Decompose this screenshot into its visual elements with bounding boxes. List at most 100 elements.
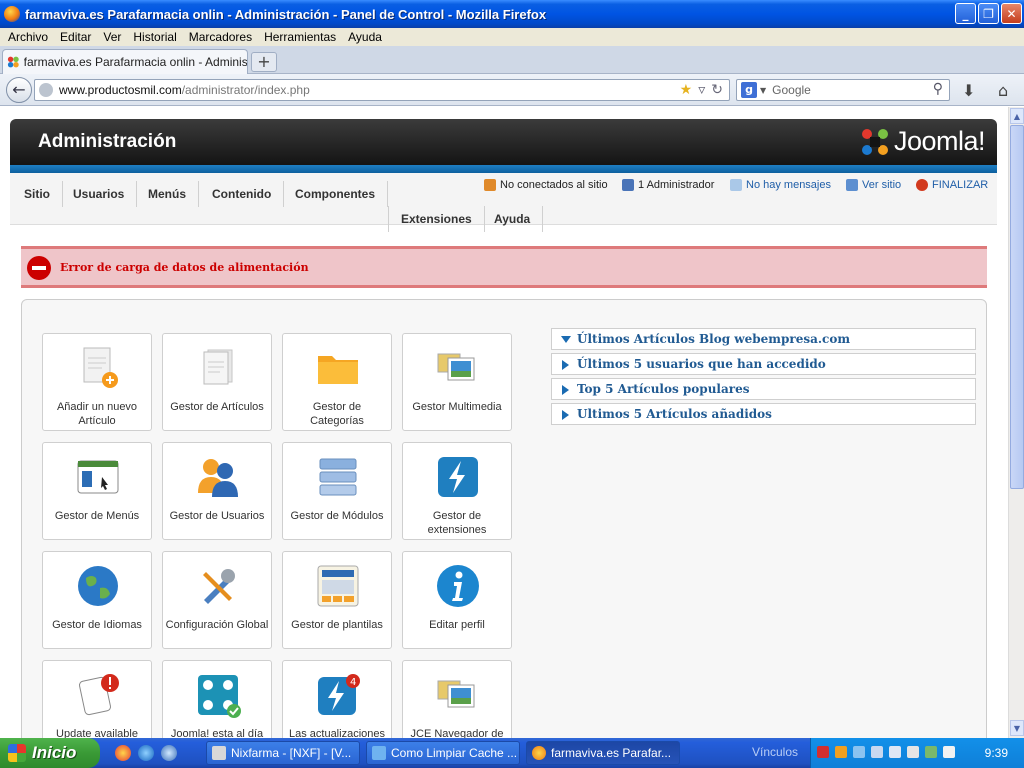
taskbar-firefox[interactable]: farmaviva.es Parafar... <box>526 741 680 765</box>
url-path: /administrator/index.php <box>181 83 310 97</box>
logout-link[interactable]: FINALIZAR <box>916 179 988 191</box>
menu-herramientas[interactable]: Herramientas <box>264 30 336 44</box>
firefox-icon <box>4 6 20 22</box>
menu-usuarios[interactable]: Usuarios <box>61 181 138 207</box>
menu-menus[interactable]: Menús <box>136 181 200 207</box>
media-manager-button[interactable]: Gestor Multimedia <box>402 333 512 431</box>
tray-volume-icon[interactable] <box>889 746 901 758</box>
menubar: Archivo Editar Ver Historial Marcadores … <box>0 28 1024 46</box>
tray-network-icon[interactable] <box>871 746 883 758</box>
tab-active[interactable]: farmaviva.es Parafarmacia onlin - Admini… <box>2 49 248 74</box>
tray-monitor-icon[interactable] <box>907 746 919 758</box>
menu-archivo[interactable]: Archivo <box>8 30 48 44</box>
jce-browser-button[interactable]: JCE Navegador de <box>402 660 512 738</box>
menu-editar[interactable]: Editar <box>60 30 91 44</box>
globe-icon <box>39 83 53 97</box>
ie-quick-icon[interactable] <box>161 745 177 761</box>
status-messages[interactable]: No hay mensajes <box>730 179 831 191</box>
back-button[interactable]: ← <box>6 77 32 103</box>
menu-extensiones[interactable]: Extensiones <box>388 206 485 232</box>
bookmark-star-icon[interactable]: ★ <box>680 82 693 98</box>
update-available-button[interactable]: Update available <box>42 660 152 738</box>
menu-ver[interactable]: Ver <box>103 30 121 44</box>
global-config-button[interactable]: Configuración Global <box>162 551 272 649</box>
chrome-icon[interactable] <box>115 745 131 761</box>
vertical-scrollbar[interactable]: ▲ ▼ <box>1008 107 1024 738</box>
template-manager-button[interactable]: Gestor de plantilas <box>282 551 392 649</box>
menu-ayuda[interactable]: Ayuda <box>348 30 382 44</box>
error-icon <box>27 256 51 280</box>
links-toolbar[interactable]: Vínculos <box>752 745 798 759</box>
add-article-button[interactable]: Añadir un nuevo Artículo <box>42 333 152 431</box>
admin-header: Administración Joomla! <box>10 119 997 165</box>
menu-sitio[interactable]: Sitio <box>12 181 63 207</box>
info-icon <box>437 565 479 607</box>
article-manager-button[interactable]: Gestor de Artículos <box>162 333 272 431</box>
extension-manager-button[interactable]: Gestor de extensiones <box>402 442 512 540</box>
accordion-latest-articles[interactable]: Ultimos 5 Artículos añadidos <box>551 403 976 425</box>
scroll-down-icon[interactable]: ▼ <box>1010 720 1024 736</box>
app-window-icon <box>212 746 226 760</box>
article-manager-icon <box>203 349 233 385</box>
tools-icon <box>203 569 235 604</box>
menu-historial[interactable]: Historial <box>133 30 176 44</box>
ie-window-icon <box>372 746 386 760</box>
window-titlebar[interactable]: farmaviva.es Parafarmacia onlin - Admini… <box>0 0 1024 28</box>
url-bar[interactable]: www.productosmil.com/administrator/index… <box>34 79 730 101</box>
header-band <box>10 165 997 173</box>
windows-flag-icon <box>8 744 26 762</box>
download-icon[interactable]: ⬇ <box>962 81 975 100</box>
error-message: Error de carga de datos de alimentación <box>21 246 987 288</box>
folder-icon <box>318 356 358 384</box>
tray-security-icon[interactable] <box>925 746 937 758</box>
navigation-bar: ← www.productosmil.com/administrator/ind… <box>0 74 1024 106</box>
updates-button[interactable]: 4 Las actualizaciones <box>282 660 392 738</box>
menu-ayuda-joomla[interactable]: Ayuda <box>482 206 544 232</box>
search-input[interactable]: g ▼ Google ⚲ <box>736 79 950 101</box>
menu-componentes[interactable]: Componentes <box>283 181 389 207</box>
logout-icon <box>916 179 928 191</box>
search-icon[interactable]: ⚲ <box>933 81 943 97</box>
user-manager-button[interactable]: Gestor de Usuarios <box>162 442 272 540</box>
maximize-button[interactable]: ❐ <box>978 3 999 24</box>
system-tray: 9:39 <box>810 738 1024 768</box>
joomla-logo-text: Joomla! <box>893 126 986 156</box>
minimize-button[interactable]: _ <box>955 3 976 24</box>
taskbar-nixfarma[interactable]: Nixfarma - [NXF] - [V... <box>206 741 360 765</box>
accordion-last-users[interactable]: Últimos 5 usuarios que han accedido <box>551 353 976 375</box>
collapsed-arrow-icon <box>562 410 569 420</box>
language-manager-button[interactable]: Gestor de Idiomas <box>42 551 152 649</box>
tray-search-icon[interactable] <box>853 746 865 758</box>
module-manager-button[interactable]: Gestor de Módulos <box>282 442 392 540</box>
close-button[interactable]: ✕ <box>1001 3 1022 24</box>
taskbar-como-limpiar[interactable]: Como Limpiar Cache ... <box>366 741 520 765</box>
tray-app-icon[interactable] <box>817 746 829 758</box>
accordion-blog-articles[interactable]: Últimos Artículos Blog webempresa.com <box>551 328 976 350</box>
joomla-up-to-date-button[interactable]: Joomla! esta al día <box>162 660 272 738</box>
menu-marcadores[interactable]: Marcadores <box>189 30 252 44</box>
joomla-logo: Joomla! <box>860 126 986 157</box>
scroll-up-icon[interactable]: ▲ <box>1010 108 1024 124</box>
window-title: farmaviva.es Parafarmacia onlin - Admini… <box>25 6 547 22</box>
tray-misc-icon[interactable] <box>943 746 955 758</box>
edit-profile-button[interactable]: Editar perfil <box>402 551 512 649</box>
new-tab-button[interactable]: + <box>251 52 277 72</box>
scroll-thumb[interactable] <box>1010 125 1024 489</box>
view-site-link[interactable]: Ver sitio <box>846 179 901 191</box>
taskbar: Inicio Nixfarma - [NXF] - [V... Como Lim… <box>0 738 1024 768</box>
menu-manager-button[interactable]: Gestor de Menús <box>42 442 152 540</box>
ie-icon[interactable] <box>138 745 154 761</box>
start-button[interactable]: Inicio <box>0 738 100 768</box>
joomla-check-icon <box>198 675 241 718</box>
home-icon[interactable]: ⌂ <box>998 81 1008 100</box>
joomla-favicon-icon <box>7 56 19 68</box>
search-engine-dropdown-icon[interactable]: ▼ <box>760 86 766 95</box>
menu-contenido[interactable]: Contenido <box>200 181 285 207</box>
reload-icon[interactable]: ↻ <box>711 82 723 98</box>
accordion-popular-articles[interactable]: Top 5 Artículos populares <box>551 378 976 400</box>
category-manager-button[interactable]: Gestor de Categorías <box>282 333 392 431</box>
tray-chrome-icon[interactable] <box>835 746 847 758</box>
dropdown-arrow-icon[interactable]: ▿ <box>698 82 705 98</box>
google-icon[interactable]: g <box>741 82 757 98</box>
url-host: www.productosmil.com <box>59 83 182 97</box>
